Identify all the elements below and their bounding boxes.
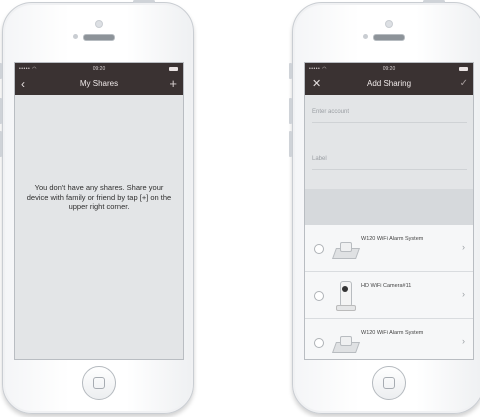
radio-button[interactable]	[314, 338, 324, 348]
power-button	[133, 0, 155, 3]
earpiece-speaker	[83, 34, 115, 41]
alarm-hub-icon	[331, 236, 361, 262]
volume-up-button	[289, 98, 292, 124]
account-field[interactable]: Enter account	[305, 95, 473, 142]
front-camera	[385, 20, 393, 28]
device-row[interactable]: W120 WiFi Alarm System ›	[305, 225, 473, 272]
home-button[interactable]	[372, 366, 406, 400]
battery-icon	[459, 67, 468, 71]
device-list: W120 WiFi Alarm System › HD WiFi Camera#…	[305, 225, 473, 359]
mute-switch	[289, 63, 292, 79]
my-shares-screen: ••••• ◠ 09:20 ‹ My Shares + You don't ha…	[14, 62, 184, 360]
chevron-right-icon: ›	[462, 336, 465, 346]
add-sharing-screen: ••••• ◠ 09:20 ✕ Add Sharing ✓ Enter acco…	[304, 62, 474, 360]
add-share-button[interactable]: +	[169, 76, 177, 91]
sensor-dot	[363, 34, 368, 39]
power-button	[423, 0, 445, 3]
nav-bar: ✕ Add Sharing ✓	[305, 75, 473, 95]
device-name: W120 WiFi Alarm System	[361, 236, 424, 242]
alarm-hub-icon	[331, 330, 361, 356]
nav-bar: ‹ My Shares +	[15, 75, 183, 95]
earpiece-speaker	[373, 34, 405, 41]
account-placeholder: Enter account	[312, 109, 350, 115]
label-placeholder: Label	[312, 156, 327, 162]
device-row[interactable]: W120 WiFi Alarm System ›	[305, 319, 473, 359]
device-name: W120 WiFi Alarm System	[361, 330, 424, 336]
page-title: Add Sharing	[366, 79, 412, 88]
front-camera	[95, 20, 103, 28]
phone-left: ••••• ◠ 09:20 ‹ My Shares + You don't ha…	[0, 0, 194, 414]
phone-right: ••••• ◠ 09:20 ✕ Add Sharing ✓ Enter acco…	[289, 0, 480, 414]
confirm-icon[interactable]: ✓	[460, 78, 468, 89]
status-time: 09:20	[382, 66, 396, 72]
section-divider	[305, 189, 473, 225]
device-name: HD WiFi Camera#11	[361, 283, 412, 289]
sensor-dot	[73, 34, 78, 39]
chevron-right-icon: ›	[462, 242, 465, 252]
home-button[interactable]	[82, 366, 116, 400]
mute-switch	[0, 63, 2, 79]
chevron-right-icon: ›	[462, 289, 465, 299]
radio-button[interactable]	[314, 291, 324, 301]
volume-down-button	[289, 131, 292, 157]
empty-state-message: You don't have any shares. Share your de…	[26, 183, 172, 211]
page-title: My Shares	[79, 79, 119, 88]
volume-down-button	[0, 131, 2, 157]
home-square-icon	[93, 377, 105, 389]
status-time: 09:20	[92, 66, 106, 72]
radio-button[interactable]	[314, 244, 324, 254]
status-bar: ••••• ◠ 09:20	[305, 63, 473, 75]
label-field[interactable]: Label	[305, 142, 473, 189]
status-bar: ••••• ◠ 09:20	[15, 63, 183, 75]
volume-up-button	[0, 98, 2, 124]
field-underline	[312, 122, 467, 123]
device-row[interactable]: HD WiFi Camera#11 ›	[305, 272, 473, 319]
home-square-icon	[383, 377, 395, 389]
field-underline	[312, 169, 467, 170]
camera-icon	[332, 281, 358, 311]
battery-icon	[169, 67, 178, 71]
